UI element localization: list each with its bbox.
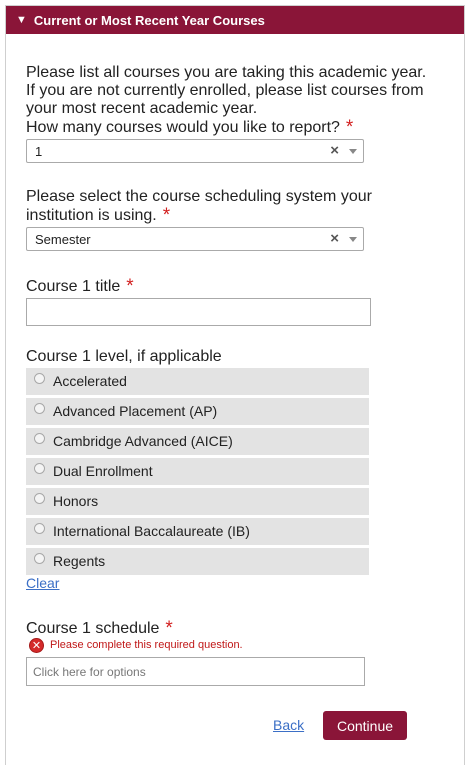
course-count-value: 1: [35, 144, 43, 159]
intro-line-1: Please list all courses you are taking t…: [26, 64, 427, 81]
course-count-question: How many courses would you like to repor…: [26, 118, 353, 137]
radio-button[interactable]: [34, 463, 45, 474]
radio-button[interactable]: [34, 493, 45, 504]
course-schedule-select[interactable]: Click here for options: [26, 657, 365, 686]
course-schedule-placeholder: Click here for options: [33, 665, 146, 679]
scheduling-question-line-2: institution is using.: [26, 207, 157, 224]
level-option-label: International Baccalaureate (IB): [53, 523, 250, 539]
level-option-label: Dual Enrollment: [53, 463, 153, 479]
level-option-label: Honors: [53, 493, 99, 509]
course-schedule-question: Course 1 schedule *: [26, 619, 173, 638]
chevron-down-icon[interactable]: [349, 237, 357, 242]
course-title-label: Course 1 title: [26, 278, 121, 295]
required-asterisk: *: [345, 117, 354, 138]
scheduling-system-select[interactable]: Semester ×: [26, 227, 364, 251]
continue-button[interactable]: Continue: [323, 711, 407, 740]
clear-selection-icon[interactable]: ×: [330, 143, 339, 159]
level-option-label: Regents: [53, 553, 106, 569]
section-header[interactable]: ▼ Current or Most Recent Year Courses: [6, 6, 464, 34]
triangle-down-icon[interactable]: ▼: [16, 14, 27, 26]
required-asterisk: *: [162, 205, 171, 226]
course-title-input[interactable]: [26, 298, 371, 326]
course-level-label: Course 1 level, if applicable: [26, 348, 222, 365]
radio-button[interactable]: [34, 433, 45, 444]
scheduling-question-line-1: Please select the course scheduling syst…: [26, 188, 372, 205]
section-title: Current or Most Recent Year Courses: [33, 12, 265, 28]
level-option-label: Cambridge Advanced (AICE): [53, 433, 233, 449]
required-asterisk: *: [165, 618, 173, 639]
course-count-select[interactable]: 1 ×: [26, 139, 364, 163]
course-schedule-label: Course 1 schedule: [26, 620, 160, 637]
radio-button[interactable]: [34, 373, 45, 384]
intro-line-2: If you are not currently enrolled, pleas…: [26, 82, 424, 99]
radio-button[interactable]: [34, 403, 45, 414]
error-text: Please complete this required question.: [50, 639, 243, 651]
level-option-ib[interactable]: International Baccalaureate (IB): [26, 518, 369, 545]
clear-selection-icon[interactable]: ×: [330, 231, 339, 247]
level-option-label: Accelerated: [53, 373, 127, 389]
clear-level-link[interactable]: Clear: [26, 575, 59, 591]
scheduling-question: institution is using. *: [26, 206, 170, 225]
scheduling-system-value: Semester: [35, 232, 91, 247]
level-option-regents[interactable]: Regents: [26, 548, 369, 575]
chevron-down-icon[interactable]: [349, 149, 357, 154]
intro-line-3: your most recent academic year.: [26, 100, 258, 117]
level-option-label: Advanced Placement (AP): [53, 403, 218, 419]
level-option-dual-enrollment[interactable]: Dual Enrollment: [26, 458, 369, 485]
required-asterisk: *: [126, 276, 134, 297]
required-error-message: ✕ Please complete this required question…: [29, 637, 243, 653]
level-option-ap[interactable]: Advanced Placement (AP): [26, 398, 369, 425]
level-option-honors[interactable]: Honors: [26, 488, 369, 515]
radio-button[interactable]: [34, 553, 45, 564]
level-option-accelerated[interactable]: Accelerated: [26, 368, 369, 395]
error-x-icon: ✕: [29, 637, 44, 653]
level-option-aice[interactable]: Cambridge Advanced (AICE): [26, 428, 369, 455]
back-link[interactable]: Back: [273, 717, 304, 733]
course-count-label: How many courses would you like to repor…: [26, 119, 340, 136]
course-title-question: Course 1 title *: [26, 277, 134, 296]
radio-button[interactable]: [34, 523, 45, 534]
